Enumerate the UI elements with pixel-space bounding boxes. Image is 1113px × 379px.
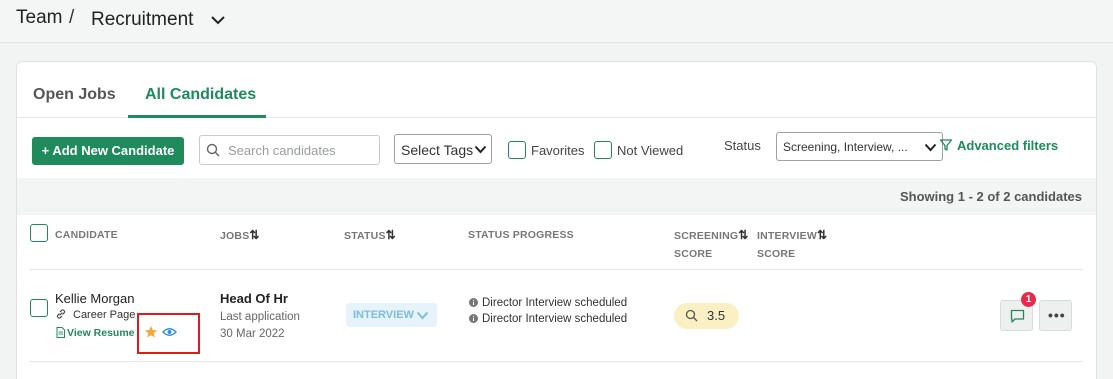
top-bar: Team / Recruitment <box>0 0 1113 43</box>
search-box[interactable] <box>199 135 380 165</box>
job-title[interactable]: Head Of Hr <box>220 291 288 306</box>
header-jobs[interactable]: JOBS⇅ <box>220 226 260 245</box>
header-jobs-label: JOBS <box>220 230 250 242</box>
highlight-box <box>137 313 200 354</box>
active-tab-indicator <box>128 115 266 118</box>
select-all-checkbox[interactable] <box>30 224 48 242</box>
not-viewed-checkbox[interactable] <box>594 141 612 159</box>
favorites-checkbox[interactable] <box>508 141 526 159</box>
comment-icon <box>1010 309 1025 323</box>
screening-score-value: 3.5 <box>707 308 726 323</box>
filter-icon <box>939 139 953 151</box>
candidate-name[interactable]: Kellie Morgan <box>55 291 135 306</box>
magnifier-icon <box>685 309 698 322</box>
screening-score-badge: 3.5 <box>674 303 739 329</box>
status-filter-label: Status <box>724 138 761 153</box>
last-application-label: Last application <box>220 311 300 323</box>
breadcrumb-team[interactable]: Team <box>16 7 62 29</box>
status-progress-item: Director Interview scheduled <box>469 313 627 325</box>
row-divider <box>30 361 1083 362</box>
status-progress-item: Director Interview scheduled <box>469 297 627 309</box>
chevron-down-icon <box>416 311 429 320</box>
tab-all-candidates[interactable]: All Candidates <box>145 86 256 104</box>
search-input[interactable] <box>228 140 373 160</box>
status-value: INTERVIEW <box>353 309 414 321</box>
advanced-filters-link[interactable]: Advanced filters <box>939 138 1059 153</box>
sort-icon[interactable]: ⇅ <box>249 228 259 242</box>
chevron-down-icon[interactable] <box>209 13 227 27</box>
candidates-card: Open Jobs All Candidates + Add New Candi… <box>16 61 1097 379</box>
header-status-progress: STATUS PROGRESS <box>468 229 574 241</box>
breadcrumb-separator: / <box>69 7 75 28</box>
info-icon <box>469 314 478 323</box>
header-status[interactable]: STATUS⇅ <box>344 226 396 245</box>
chevron-down-icon <box>924 143 937 152</box>
sort-icon[interactable]: ⇅ <box>386 228 396 242</box>
comment-count-badge: 1 <box>1021 292 1036 307</box>
link-icon <box>56 309 66 319</box>
more-icon: ••• <box>1048 307 1066 323</box>
info-icon <box>469 298 478 307</box>
more-actions-button[interactable]: ••• <box>1039 300 1072 331</box>
candidate-source: Career Page <box>73 309 136 321</box>
tab-open-jobs[interactable]: Open Jobs <box>33 86 116 104</box>
row-checkbox[interactable] <box>30 299 48 317</box>
sort-icon[interactable]: ⇅ <box>817 228 827 242</box>
header-candidate: CANDIDATE <box>55 229 118 241</box>
sort-icon[interactable]: ⇅ <box>738 228 748 242</box>
header-divider <box>30 269 1083 270</box>
last-application-date: 30 Mar 2022 <box>220 328 285 340</box>
status-progress-text: Director Interview scheduled <box>482 297 628 309</box>
not-viewed-label[interactable]: Not Viewed <box>617 143 683 158</box>
status-dropdown[interactable]: INTERVIEW <box>346 303 437 327</box>
header-interview-score[interactable]: INTERVIEW⇅ SCORE <box>757 226 827 263</box>
status-filter-select[interactable]: Screening, Interview, ... <box>776 132 943 161</box>
header-screening-label-2: SCORE <box>674 248 713 260</box>
select-tags-label: Select Tags <box>401 142 474 158</box>
favorites-label[interactable]: Favorites <box>531 143 584 158</box>
status-progress-text: Director Interview scheduled <box>482 313 628 325</box>
search-icon <box>206 143 220 157</box>
status-filter-value: Screening, Interview, ... <box>783 140 908 154</box>
chevron-down-icon <box>474 145 487 154</box>
header-interview-label: INTERVIEW <box>757 230 817 242</box>
advanced-filters-label: Advanced filters <box>957 138 1059 153</box>
header-screening-score[interactable]: SCREENING⇅ SCORE <box>674 226 749 263</box>
results-count: Showing 1 - 2 of 2 candidates <box>899 189 1082 204</box>
select-tags-dropdown[interactable]: Select Tags <box>394 134 492 164</box>
header-interview-label-2: SCORE <box>757 248 796 260</box>
header-screening-label: SCREENING <box>674 230 739 242</box>
add-new-candidate-button[interactable]: + Add New Candidate <box>32 137 184 165</box>
document-icon <box>56 327 65 338</box>
breadcrumb-current-page[interactable]: Recruitment <box>91 9 193 31</box>
header-status-label: STATUS <box>344 230 386 242</box>
view-resume-link[interactable]: View Resume <box>67 327 135 339</box>
